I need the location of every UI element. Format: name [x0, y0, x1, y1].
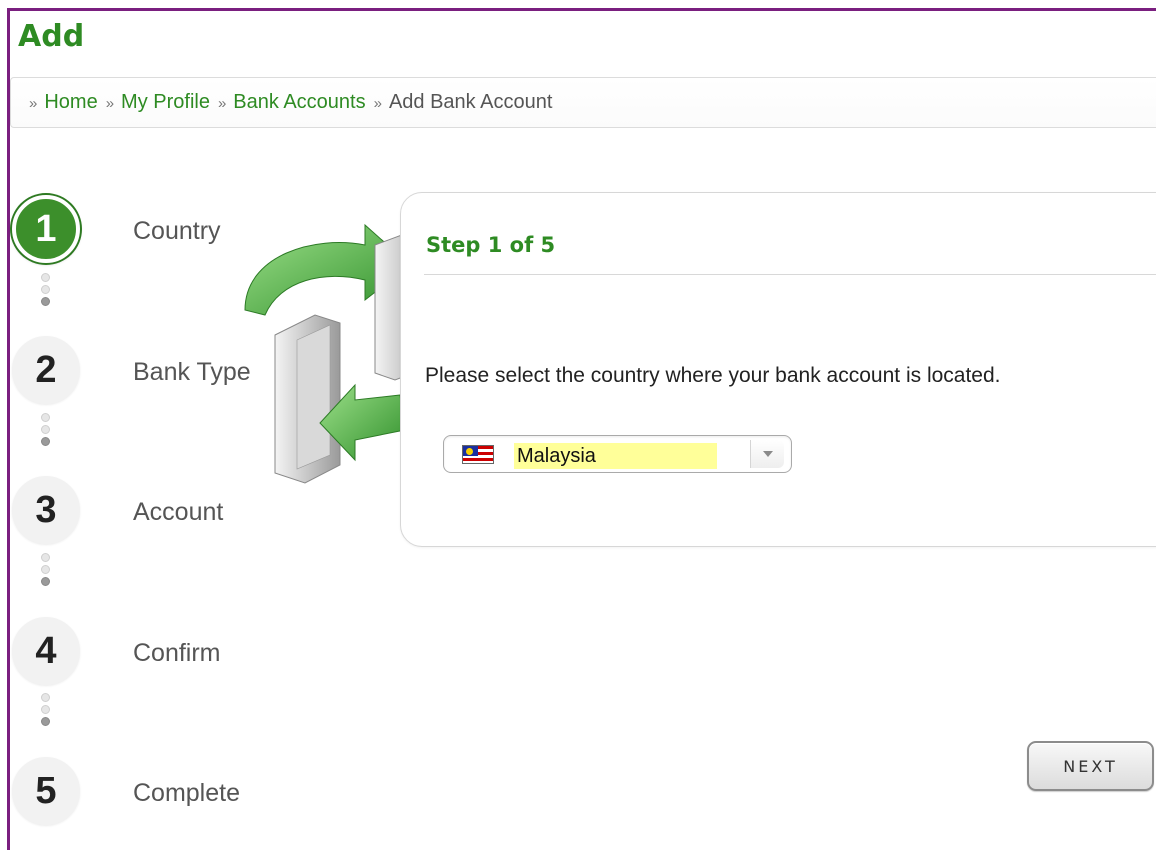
step-number-badge: 1 — [12, 195, 80, 263]
step-label: Confirm — [133, 639, 221, 667]
next-button[interactable]: NEXT — [1027, 741, 1154, 791]
country-select-value: Malaysia — [514, 443, 717, 469]
dropdown-toggle[interactable] — [750, 440, 784, 468]
step-label: Account — [133, 498, 224, 526]
step-bank-type: 2 Bank Type — [12, 336, 272, 406]
step-label: Bank Type — [133, 358, 251, 386]
frame-border-top — [7, 8, 1156, 11]
breadcrumb-separator-icon: » — [29, 95, 38, 112]
step-label: Country — [133, 217, 221, 245]
step-country: 1 Country — [12, 195, 272, 265]
country-instruction: Please select the country where your ban… — [425, 364, 1001, 387]
step-connector — [41, 273, 51, 309]
country-select[interactable]: Malaysia — [443, 435, 792, 473]
step-label: Complete — [133, 779, 240, 807]
step-confirm: 4 Confirm — [12, 617, 272, 687]
step-card: Step 1 of 5 Please select the country wh… — [400, 192, 1156, 547]
card-divider — [424, 274, 1156, 275]
page-frame: Add » Home » My Profile » Bank Accounts … — [0, 0, 1156, 850]
step-connector — [41, 553, 51, 589]
breadcrumb-current-page: Add Bank Account — [388, 91, 553, 113]
page-title: Add — [18, 19, 85, 54]
breadcrumb-bank-accounts-link[interactable]: Bank Accounts — [233, 91, 365, 114]
step-number-badge: 3 — [12, 476, 80, 544]
step-account: 3 Account — [12, 476, 272, 546]
malaysia-flag-icon — [462, 445, 494, 464]
chevron-down-icon — [762, 451, 773, 457]
step-connector — [41, 693, 51, 729]
step-connector — [41, 413, 51, 449]
breadcrumb-separator-icon: » — [105, 95, 115, 112]
step-number-badge: 2 — [12, 336, 80, 404]
step-title: Step 1 of 5 — [426, 233, 556, 257]
breadcrumb-separator-icon: » — [373, 95, 382, 112]
breadcrumb: » Home » My Profile » Bank Accounts » Ad… — [10, 77, 1156, 128]
step-number-badge: 5 — [12, 757, 80, 825]
breadcrumb-my-profile-link[interactable]: My Profile — [121, 91, 210, 114]
step-number-badge: 4 — [12, 617, 80, 685]
breadcrumb-home-link[interactable]: Home — [44, 91, 97, 114]
step-complete: 5 Complete — [12, 757, 272, 827]
frame-border-left — [7, 8, 10, 850]
breadcrumb-separator-icon: » — [217, 95, 227, 112]
